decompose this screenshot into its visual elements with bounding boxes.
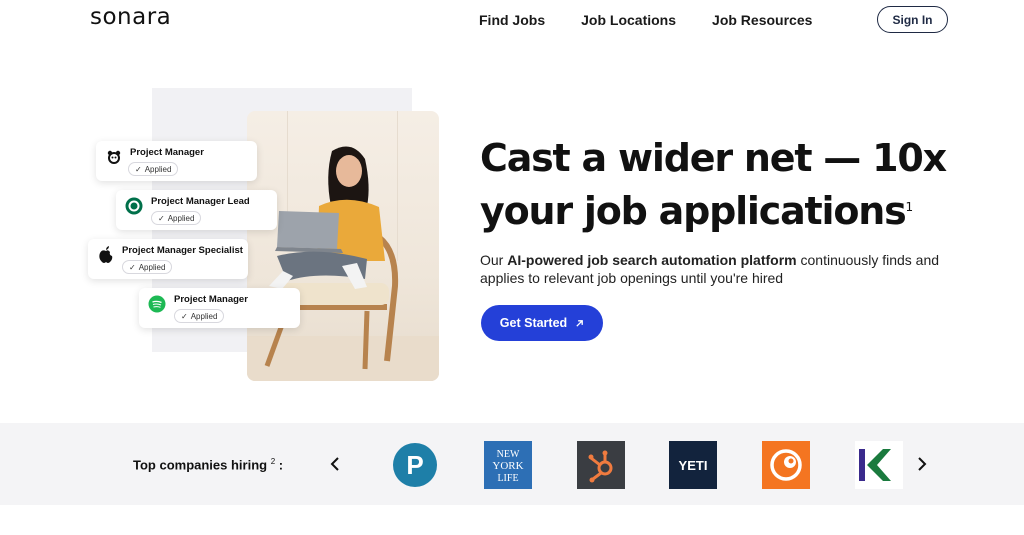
get-started-button[interactable]: Get Started [481,305,603,341]
top-companies-label: Top companies hiring 2 : [133,457,284,473]
check-icon: ✓ [158,213,165,223]
crunchyroll-logo[interactable] [762,441,810,489]
svg-text:YETI: YETI [679,458,708,473]
yeti-logo[interactable]: YETI [669,441,717,489]
check-icon: ✓ [135,164,142,174]
application-card: Project Manager ✓ Applied [139,288,300,328]
application-title: Project Manager Lead [151,196,250,207]
check-icon: ✓ [181,311,188,321]
nav-links: Find Jobs Job Locations Job Resources [479,12,812,28]
application-title: Project Manager Specialist [122,245,243,256]
nav-job-resources[interactable]: Job Resources [712,12,812,28]
carousel-prev-button[interactable] [325,454,345,474]
application-card: Project Manager Specialist ✓ Applied [88,239,248,279]
klaviyo-logo[interactable] [855,441,903,489]
hero-subtext: Our AI-powered job search automation pla… [480,252,940,286]
top-nav: sonara Find Jobs Job Locations Job Resou… [0,0,1024,40]
svg-text:NEW: NEW [497,449,520,460]
woman-with-laptop-illustration [264,146,399,370]
application-title: Project Manager [174,294,248,305]
hubspot-logo[interactable] [577,441,625,489]
application-card: Project Manager ✓ Applied [96,141,257,181]
applied-badge: ✓ Applied [151,211,202,225]
arrow-up-right-icon [576,319,584,327]
nav-job-locations[interactable]: Job Locations [581,12,676,28]
page-bottom [0,505,1024,535]
nav-find-jobs[interactable]: Find Jobs [479,12,545,28]
hero-headline: Cast a wider net — 10x your job applicat… [480,136,947,233]
check-icon: ✓ [129,262,136,272]
top-companies-strip: Top companies hiring 2 : P NEW YORK LIFE Y… [0,423,1024,505]
panda-icon [105,148,123,166]
footnote-marker: 1 [905,200,914,214]
chevron-right-icon [918,457,927,471]
application-title: Project Manager [130,147,204,158]
applied-badge: ✓ Applied [174,309,225,323]
spotify-icon [148,295,166,313]
applied-badge: ✓ Applied [128,162,179,176]
starbucks-icon [125,197,143,215]
hero-photo [247,111,439,381]
sign-in-button[interactable]: Sign In [877,6,948,33]
carousel-next-button[interactable] [912,454,932,474]
svg-text:YORK: YORK [492,460,523,472]
chevron-left-icon [330,457,339,471]
applied-badge: ✓ Applied [122,260,173,274]
svg-text:P: P [406,450,423,480]
application-card: Project Manager Lead ✓ Applied [116,190,277,230]
newyorklife-logo[interactable]: NEW YORK LIFE [484,441,532,489]
sonara-logo[interactable]: sonara [90,4,171,30]
svg-text:LIFE: LIFE [497,473,518,484]
pearson-logo[interactable]: P [391,441,439,489]
apple-icon [97,246,115,264]
